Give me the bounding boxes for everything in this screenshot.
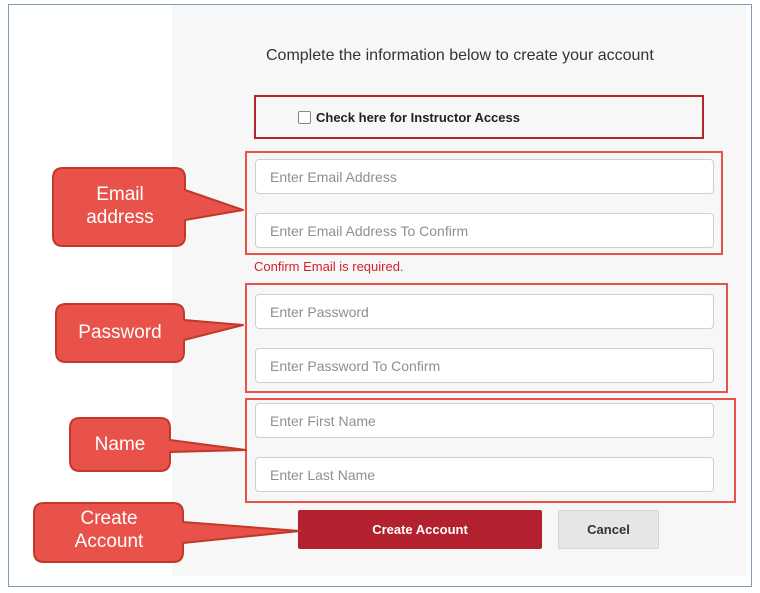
- callout-name-text: Name: [94, 434, 146, 455]
- callout-layer: [33, 167, 301, 563]
- callout-password-text: Password: [78, 322, 162, 343]
- callout-email-text: Email address: [86, 184, 154, 228]
- callout-create-text: Create Account: [74, 508, 144, 552]
